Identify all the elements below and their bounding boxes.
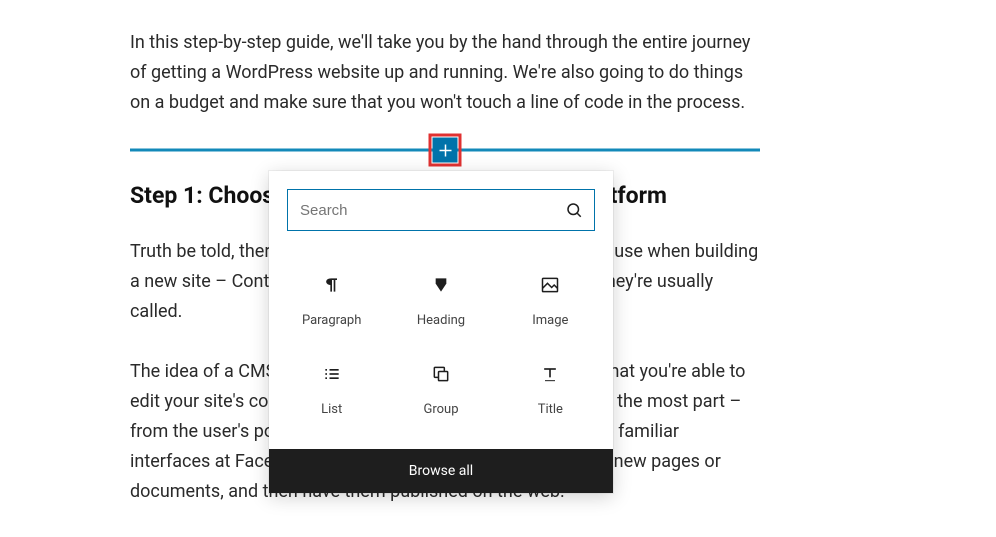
- image-icon: [540, 271, 560, 299]
- block-label: List: [321, 402, 342, 417]
- block-label: Paragraph: [302, 313, 361, 328]
- block-type-title[interactable]: Title: [496, 342, 605, 431]
- block-label: Image: [532, 313, 568, 328]
- list-icon: [322, 360, 342, 388]
- add-block-button[interactable]: [433, 138, 458, 163]
- block-types-grid: Paragraph Heading Image List Group: [269, 241, 613, 449]
- heading-icon: [433, 271, 449, 299]
- plus-icon: [436, 141, 454, 159]
- block-type-group[interactable]: Group: [386, 342, 495, 431]
- search-icon: [554, 201, 594, 219]
- block-type-heading[interactable]: Heading: [386, 253, 495, 342]
- block-separator: [130, 148, 760, 152]
- group-icon: [431, 360, 451, 388]
- block-type-paragraph[interactable]: Paragraph: [277, 253, 386, 342]
- search-input[interactable]: [288, 202, 554, 219]
- paragraph-icon: [322, 271, 342, 299]
- search-field-wrapper: [287, 189, 595, 231]
- title-icon: [540, 360, 560, 388]
- block-label: Heading: [417, 313, 465, 328]
- block-inserter-popover: Paragraph Heading Image List Group: [269, 171, 613, 493]
- intro-paragraph: In this step-by-step guide, we'll take y…: [130, 28, 760, 118]
- block-label: Title: [538, 402, 563, 417]
- block-type-image[interactable]: Image: [496, 253, 605, 342]
- block-type-list[interactable]: List: [277, 342, 386, 431]
- block-label: Group: [423, 402, 458, 417]
- browse-all-button[interactable]: Browse all: [269, 449, 613, 493]
- inserter-highlight-box: [429, 134, 462, 167]
